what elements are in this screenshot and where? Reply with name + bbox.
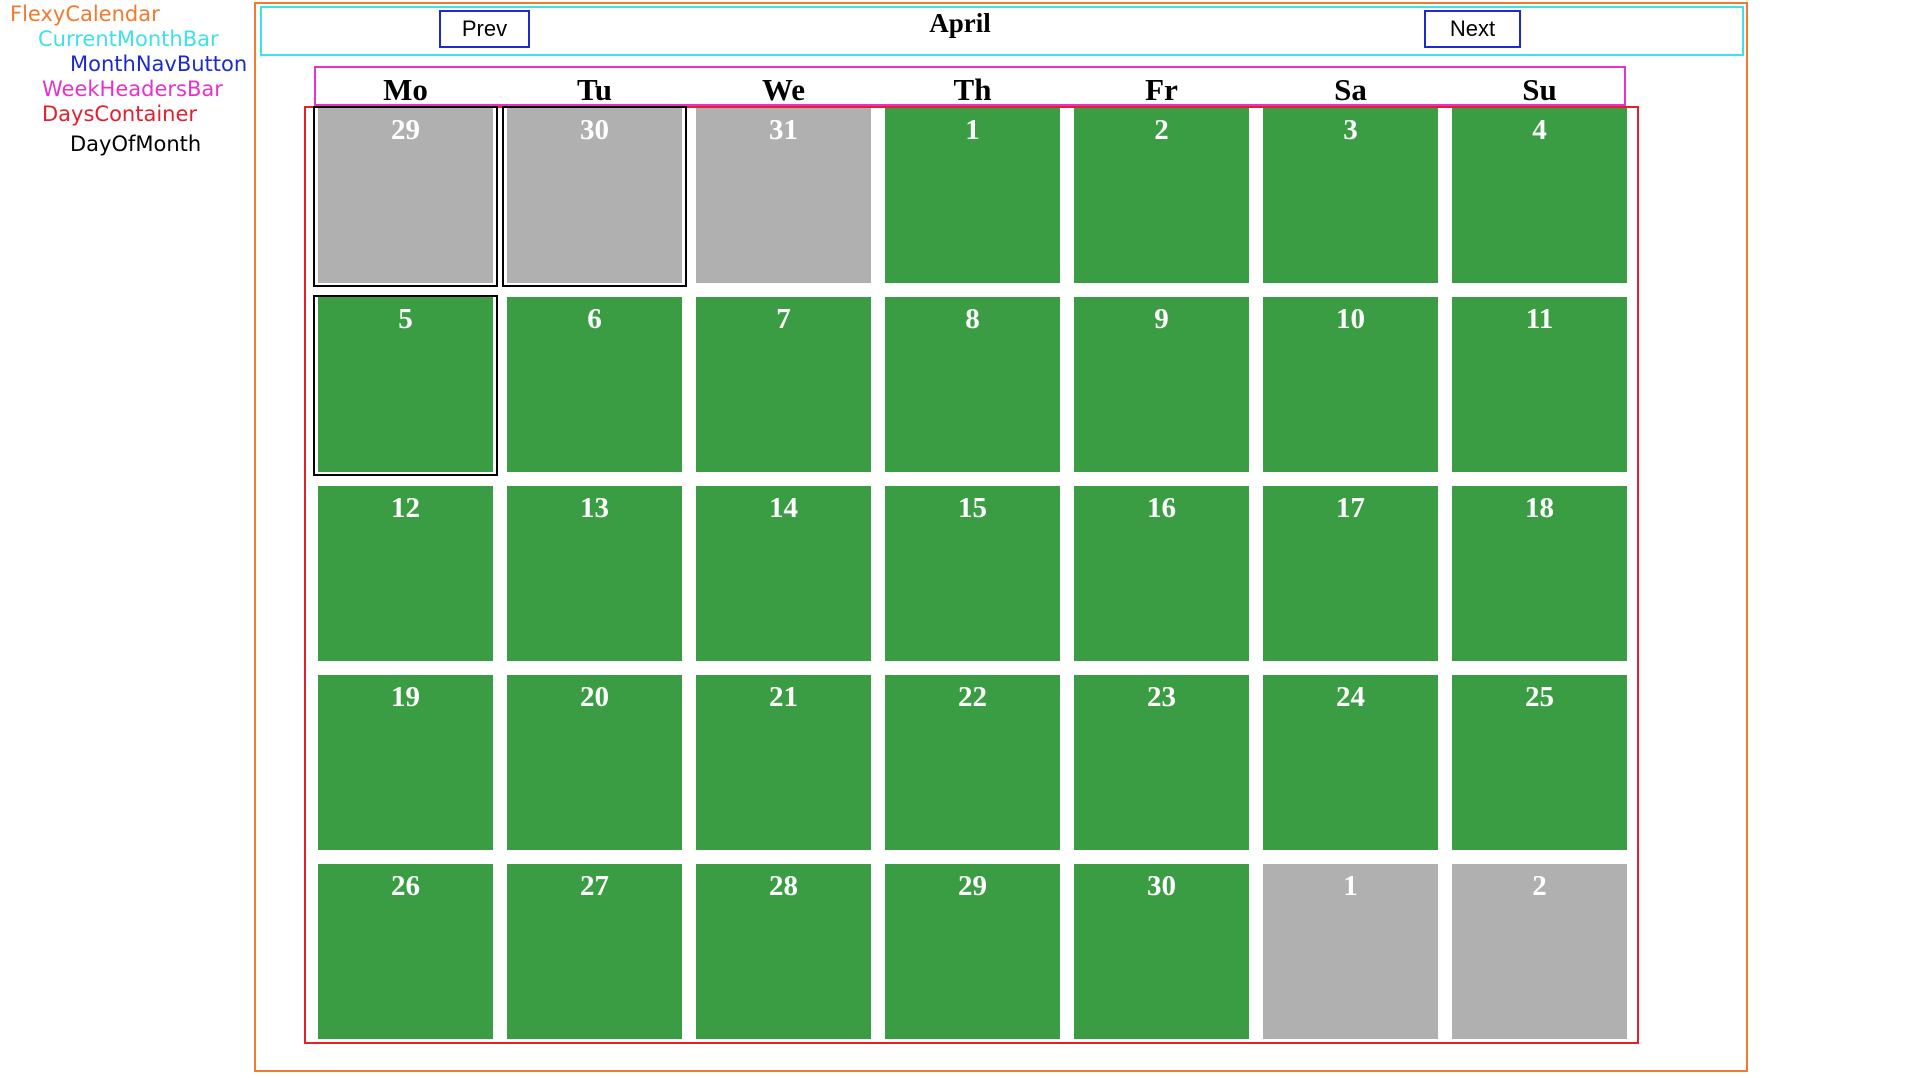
next-month-button[interactable]: Next [1424,10,1521,48]
day-number: 29 [391,114,420,146]
day-of-month[interactable]: 27 [507,864,682,1039]
day-of-month[interactable]: 13 [507,486,682,661]
day-number: 21 [769,681,798,713]
day-of-month[interactable]: 11 [1452,297,1627,472]
day-of-month[interactable]: 6 [507,297,682,472]
day-number: 27 [580,870,609,902]
day-number: 7 [776,303,791,335]
day-number: 3 [1343,114,1358,146]
day-number: 17 [1336,492,1365,524]
day-of-month[interactable]: 12 [318,486,493,661]
day-of-month[interactable]: 30 [1074,864,1249,1039]
day-of-month[interactable]: 10 [1263,297,1438,472]
day-of-month[interactable]: 26 [318,864,493,1039]
day-number: 5 [398,303,413,335]
day-of-month[interactable]: 24 [1263,675,1438,850]
day-number: 16 [1147,492,1176,524]
day-number: 9 [1154,303,1169,335]
day-number: 23 [1147,681,1176,713]
weekday-header-fr: Fr [1145,72,1178,107]
day-of-month[interactable]: 25 [1452,675,1627,850]
day-number: 1 [1343,870,1358,902]
day-of-month-other[interactable]: 1 [1263,864,1438,1039]
day-of-month[interactable]: 1 [885,108,1060,283]
day-number: 12 [391,492,420,524]
weekday-header-mo: Mo [383,72,428,107]
day-of-month[interactable]: 16 [1074,486,1249,661]
day-of-month[interactable]: 29 [885,864,1060,1039]
day-of-month[interactable]: 14 [696,486,871,661]
day-number: 4 [1532,114,1547,146]
day-number: 14 [769,492,798,524]
day-of-month[interactable]: 19 [318,675,493,850]
day-number: 10 [1336,303,1365,335]
day-number: 31 [769,114,798,146]
day-of-month[interactable]: 21 [696,675,871,850]
weekday-header-sa: Sa [1334,72,1367,107]
month-title: April [929,8,991,38]
prev-month-button[interactable]: Prev [439,10,530,48]
day-number: 30 [1147,870,1176,902]
day-of-month-other[interactable]: 30 [507,108,682,283]
day-of-month[interactable]: 22 [885,675,1060,850]
legend-month-nav-button: MonthNavButton [70,52,248,76]
day-number: 22 [958,681,987,713]
day-of-month[interactable]: 15 [885,486,1060,661]
legend-day-of-month: DayOfMonth [70,132,202,156]
day-of-month[interactable]: 3 [1263,108,1438,283]
day-of-month[interactable]: 8 [885,297,1060,472]
legend-days-container: DaysContainer [42,102,198,126]
day-number: 1 [965,114,980,146]
day-of-month[interactable]: 28 [696,864,871,1039]
day-of-month[interactable]: 17 [1263,486,1438,661]
day-number: 2 [1154,114,1169,146]
day-of-month[interactable]: 9 [1074,297,1249,472]
day-number: 26 [391,870,420,902]
day-number: 13 [580,492,609,524]
legend-flexy-calendar: FlexyCalendar [10,2,160,26]
day-number: 20 [580,681,609,713]
day-number: 28 [769,870,798,902]
weekday-header-we: We [761,72,806,107]
day-of-month-other[interactable]: 31 [696,108,871,283]
day-number: 18 [1525,492,1554,524]
legend-week-headers-bar: WeekHeadersBar [42,77,223,101]
day-number: 15 [958,492,987,524]
day-of-month[interactable]: 2 [1074,108,1249,283]
weekday-header-tu: Tu [576,72,613,107]
day-of-month[interactable]: 7 [696,297,871,472]
weekday-header-su: Su [1522,72,1557,107]
day-number: 2 [1532,870,1547,902]
day-number: 11 [1525,303,1554,335]
day-of-month[interactable]: 18 [1452,486,1627,661]
day-of-month[interactable]: 23 [1074,675,1249,850]
legend-current-month-bar: CurrentMonthBar [38,27,219,51]
day-number: 8 [965,303,980,335]
day-of-month[interactable]: 4 [1452,108,1627,283]
day-number: 19 [391,681,420,713]
day-of-month[interactable]: 5 [318,297,493,472]
day-number: 30 [580,114,609,146]
day-number: 25 [1525,681,1554,713]
day-of-month[interactable]: 20 [507,675,682,850]
day-number: 24 [1336,681,1365,713]
day-of-month-other[interactable]: 2 [1452,864,1627,1039]
weekday-header-th: Th [953,72,992,107]
day-of-month-other[interactable]: 29 [318,108,493,283]
day-number: 6 [587,303,602,335]
day-number: 29 [958,870,987,902]
